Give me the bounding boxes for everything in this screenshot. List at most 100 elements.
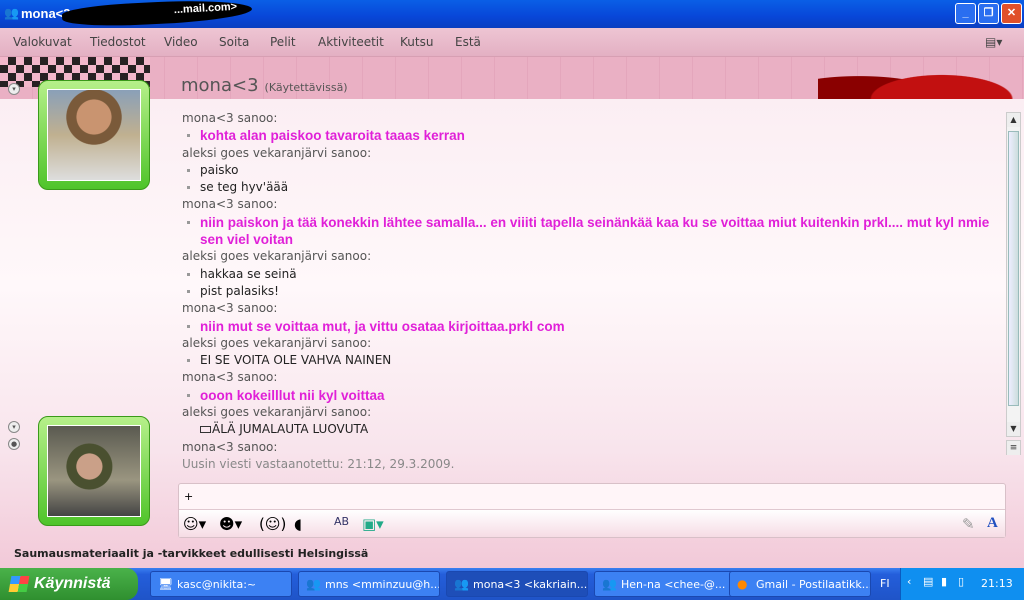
network-icon[interactable]: ▤ (923, 575, 933, 588)
terminal-icon: 🖥 (158, 577, 174, 591)
close-button[interactable]: ✕ (1001, 3, 1022, 24)
message-sender: mona<3 sanoo: (182, 197, 278, 212)
collapse-icon[interactable]: ▾ (8, 83, 20, 95)
voice-clip-icon[interactable]: ◖ (294, 515, 302, 533)
taskbar-item[interactable]: ● Gmail - Postilaatikk... (729, 571, 871, 597)
message-text: pist palasiks! (200, 283, 279, 298)
message-line: niin paiskon ja tää konekkin lähtee sama… (182, 214, 1002, 249)
firefox-icon: ● (737, 577, 748, 591)
maximize-button[interactable]: ❐ (978, 3, 999, 24)
menu-bar: Valokuvat Tiedostot Video Soita Pelit Ak… (0, 28, 1024, 57)
spellcheck-icon[interactable]: AB (334, 515, 349, 528)
contact-name: mona<3 (181, 75, 259, 96)
message-sender: aleksi goes vekaranjärvi sanoo: (182, 405, 372, 420)
taskbar-item-label: kasc@nikita:~ (177, 578, 257, 591)
input-toolbar: ☺▾ ☻▾ (☺) ◖ AB ▣▾ ✎ A (179, 509, 1005, 537)
conversation-log: mona<3 sanoo: kohta alan paiskoo tavaroit… (182, 110, 1002, 473)
title-bar: 👥 mona<3 ...mail.com> _ ❐ ✕ (0, 0, 1024, 29)
window-title-suffix: ...mail.com> (173, 0, 238, 17)
message-line: paisko (182, 162, 1002, 179)
message-text: hakkaa se seinä (200, 266, 297, 281)
conversation-scrollbar[interactable]: ▲ ▼ (1006, 112, 1021, 437)
menu-photos[interactable]: Valokuvat (13, 35, 72, 49)
message-sender: mona<3 sanoo: (182, 439, 278, 454)
message-text: paisko (200, 162, 239, 177)
message-line: ooon kokeilllut nii kyl voittaa (182, 387, 1002, 404)
message-text: se teg hyv'äää (200, 180, 289, 195)
taskbar-item[interactable]: 👥 mns <mminzuu@h... (298, 571, 440, 597)
clock: 21:13 (981, 577, 1013, 590)
message-input[interactable]: + ☺▾ ☻▾ (☺) ◖ AB ▣▾ ✎ A (178, 483, 1006, 538)
scroll-up-icon[interactable]: ▲ (1007, 113, 1020, 127)
minimize-button[interactable]: _ (955, 3, 976, 24)
message-text: niin mut se voittaa mut, ja vittu osataa… (200, 318, 565, 334)
taskbar: Käynnistä 🖥 kasc@nikita:~ 👥 mns <mminzuu@h… (0, 568, 1024, 600)
message-text: EI SE VOITA OLE VAHVA NAINEN (200, 353, 392, 368)
unknown-emoticon-icon (200, 426, 211, 434)
message-line: kohta alan paiskoo tavaroita taaas kerra… (182, 127, 1002, 144)
message-sender: mona<3 sanoo: (182, 370, 278, 385)
taskbar-item-active[interactable]: 👥 mona<3 <kakriain... (446, 571, 588, 597)
handwriting-icon[interactable]: ✎ (962, 515, 975, 533)
taskbar-item-label: Hen-na <chee-@... (621, 578, 726, 591)
menu-call[interactable]: Soita (219, 35, 249, 49)
messenger-icon: 👥 (454, 577, 469, 591)
language-indicator[interactable]: FI (880, 577, 890, 590)
start-button[interactable]: Käynnistä (0, 568, 138, 600)
collapse-icon[interactable]: ▾ (8, 421, 20, 433)
message-line: niin mut se voittaa mut, ja vittu osataa… (182, 318, 1002, 335)
resize-handle[interactable]: ≡ (1006, 440, 1021, 455)
menu-block[interactable]: Estä (455, 35, 481, 49)
message-text: kohta alan paiskoo tavaroita taaas kerra… (200, 128, 465, 144)
antivirus-icon[interactable]: ▯ (958, 575, 964, 588)
messenger-icon: 👥 (4, 6, 19, 20)
windows-logo-icon (8, 576, 30, 592)
message-line: EI SE VOITA OLE VAHVA NAINEN (182, 352, 1002, 369)
wink-icon[interactable]: ☻▾ (219, 515, 242, 533)
taskbar-item[interactable]: 👥 Hen-na <chee-@... (594, 571, 736, 597)
webcam-icon[interactable]: ● (8, 438, 20, 450)
dragon-graphic (818, 57, 1024, 99)
redaction-scribble: ...mail.com> (61, 0, 253, 29)
system-tray: ‹ ▤ ▮ ▯ 21:13 (900, 568, 1024, 600)
contact-avatar[interactable] (38, 80, 150, 190)
message-sender: aleksi goes vekaranjärvi sanoo: (182, 335, 372, 350)
nudge-icon[interactable]: (☺) (259, 515, 286, 533)
taskbar-item[interactable]: 🖥 kasc@nikita:~ (150, 571, 292, 597)
taskbar-item-label: mns <mminzuu@h... (325, 578, 440, 591)
ad-link[interactable]: Saumausmateriaalit ja -tarvikkeet edulli… (14, 547, 368, 560)
scroll-thumb[interactable] (1008, 131, 1019, 406)
emoticon-icon[interactable]: ☺▾ (183, 515, 206, 533)
message-text: niin paiskon ja tää konekkin lähtee sama… (200, 214, 990, 248)
font-icon[interactable]: A (987, 515, 998, 532)
safely-remove-icon[interactable]: ▮ (941, 575, 947, 588)
start-label: Käynnistä (34, 575, 111, 592)
messenger-icon: 👥 (306, 577, 321, 591)
message-text: ÄLÄ JUMALAUTA LUOVUTA (212, 422, 369, 437)
background-icon[interactable]: ▣▾ (362, 515, 384, 533)
taskbar-item-label: mona<3 <kakriain... (473, 578, 588, 591)
menu-invite[interactable]: Kutsu (400, 35, 433, 49)
message-line: ÄLÄ JUMALAUTA LUOVUTA (182, 421, 1002, 438)
own-avatar[interactable] (38, 416, 150, 526)
menu-games[interactable]: Pelit (270, 35, 296, 49)
tray-expand-icon[interactable]: ‹ (907, 575, 911, 588)
menu-files[interactable]: Tiedostot (90, 35, 146, 49)
message-sender: aleksi goes vekaranjärvi sanoo: (182, 249, 372, 264)
contact-header: mona<3 (Käytettävissä) (181, 75, 348, 96)
menu-activities[interactable]: Aktiviteetit (318, 35, 384, 49)
last-message-status: Uusin viesti vastaanotettu: 21:12, 29.3.… (182, 456, 455, 471)
options-menu-icon[interactable]: ▤▾ (985, 35, 1002, 49)
message-sender: mona<3 sanoo: (182, 301, 278, 316)
message-line: se teg hyv'äää (182, 179, 1002, 196)
message-input-text[interactable]: + (184, 490, 193, 503)
taskbar-item-label: Gmail - Postilaatikk... (756, 578, 871, 591)
scroll-down-icon[interactable]: ▼ (1007, 422, 1020, 436)
messenger-icon: 👥 (602, 577, 617, 591)
message-line: hakkaa se seinä (182, 266, 1002, 283)
message-text: ooon kokeilllut nii kyl voittaa (200, 387, 385, 403)
message-sender: aleksi goes vekaranjärvi sanoo: (182, 145, 372, 160)
message-sender: mona<3 sanoo: (182, 111, 278, 125)
menu-video[interactable]: Video (164, 35, 198, 49)
contact-status: (Käytettävissä) (264, 81, 348, 94)
